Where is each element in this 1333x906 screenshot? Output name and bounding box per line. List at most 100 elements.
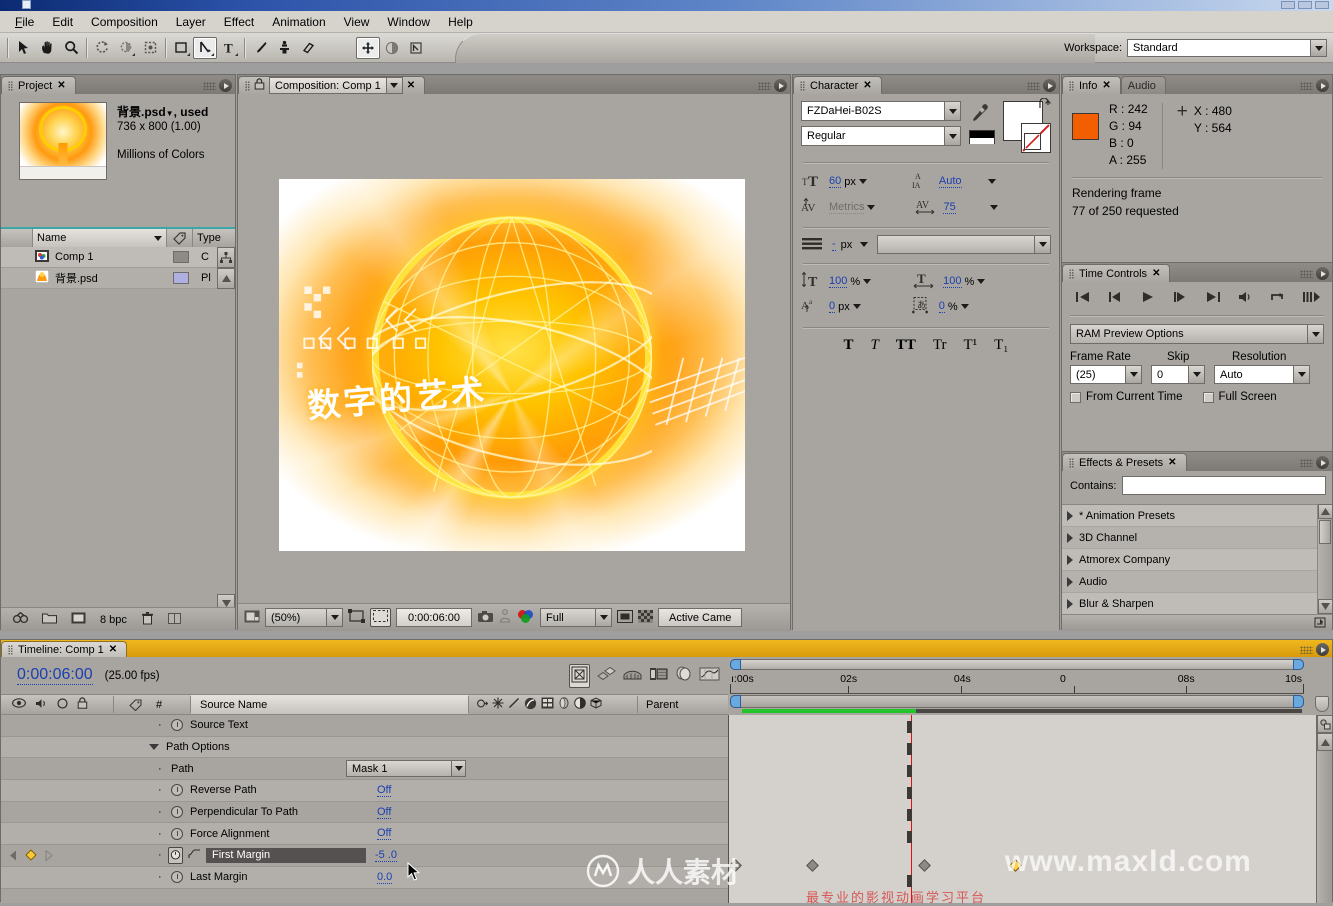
chevron-down-icon[interactable] (858, 179, 867, 184)
play-button[interactable] (1139, 290, 1157, 307)
live-update-icon[interactable] (569, 663, 590, 688)
project-panel-menu[interactable] (203, 79, 232, 92)
shape-tool[interactable] (169, 37, 193, 59)
list-item[interactable]: 3D Channel (1062, 527, 1317, 549)
chevron-right-icon[interactable] (1067, 532, 1073, 543)
hand-tool[interactable] (35, 37, 59, 59)
orbit-camera-tool[interactable] (114, 37, 138, 59)
loop-button[interactable] (1269, 290, 1287, 307)
draft-3d-icon[interactable] (597, 666, 616, 685)
panel-menu-icon[interactable] (1316, 643, 1329, 656)
chevron-down-icon[interactable] (451, 761, 465, 777)
project-item-list[interactable]: Comp 1 C 背景.psd Pl (1, 247, 235, 607)
timeline-right-buttons[interactable] (1316, 715, 1332, 903)
stroke-style-select[interactable] (877, 235, 1051, 254)
snapshot-icon[interactable] (477, 610, 494, 626)
menu-window[interactable]: Window (378, 13, 439, 31)
no-fill-swatch[interactable] (1024, 133, 1041, 150)
property-value[interactable]: Off (377, 806, 392, 819)
transparency-grid-toggle[interactable] (370, 608, 391, 627)
chevron-down-icon[interactable] (149, 744, 159, 751)
chevron-down-icon[interactable] (1034, 236, 1050, 253)
subscript-button[interactable]: T₁ (994, 337, 1008, 354)
chevron-down-icon[interactable] (987, 179, 996, 184)
workspace-select[interactable]: Standard (1127, 39, 1327, 57)
resolution-select[interactable]: Full (540, 608, 612, 627)
keyframe-marker-selected[interactable] (1008, 859, 1022, 872)
timeline-panel-menu[interactable] (1300, 643, 1329, 656)
fill-stroke-color[interactable] (1003, 97, 1052, 153)
graph-editor-set-icon[interactable] (188, 848, 201, 862)
viewer-time-display[interactable]: 0:00:06:00 (396, 608, 472, 627)
list-item[interactable]: Atmorex Company (1062, 549, 1317, 571)
menu-animation[interactable]: Animation (263, 13, 334, 31)
project-columns-header[interactable]: Name Type (1, 227, 235, 247)
toggle-mask-icon[interactable] (638, 609, 653, 626)
graph-editor-icon[interactable] (699, 666, 720, 685)
label-swatch[interactable] (173, 251, 189, 263)
stopwatch-icon[interactable] (171, 827, 183, 840)
panel-menu-icon[interactable] (1316, 267, 1329, 280)
timeline-row[interactable]: · Perpendicular To Path Off (1, 801, 728, 824)
project-tabstrip[interactable]: Project ✕ (1, 75, 235, 94)
comp-flowchart-icon[interactable] (1317, 715, 1332, 733)
menu-file[interactable]: File (6, 13, 43, 31)
viewer-toolbar[interactable]: (50%) 0:00:06:00 Full Active Came (238, 603, 790, 631)
menu-edit[interactable]: Edit (43, 13, 82, 31)
character-tabstrip[interactable]: Character ✕ (793, 75, 1059, 94)
eye-icon[interactable] (12, 698, 26, 711)
scroll-up-button[interactable] (1318, 504, 1333, 519)
toolbar[interactable]: T Workspace: Standard (0, 33, 1333, 63)
ram-preview-button[interactable] (1302, 290, 1320, 307)
tab-composition[interactable]: Composition: Comp 1 ✕ (238, 76, 426, 94)
audio-toggle-button[interactable] (1237, 290, 1255, 307)
stroke-width-value[interactable]: - (832, 238, 836, 251)
chevron-down-icon[interactable] (326, 609, 342, 626)
chevron-down-icon[interactable] (1293, 366, 1309, 383)
close-icon[interactable]: ✕ (57, 80, 65, 91)
eraser-tool[interactable] (296, 37, 320, 59)
baseline-shift-value[interactable]: 0 (829, 300, 836, 313)
type-tool[interactable]: T (217, 37, 241, 59)
path-select[interactable]: Mask 1 (346, 760, 466, 778)
all-caps-button[interactable]: TT (896, 337, 916, 354)
close-icon[interactable]: ✕ (863, 80, 871, 91)
time-zoom-scrollbar[interactable] (730, 659, 1304, 670)
skip-select[interactable]: 0 (1151, 365, 1205, 384)
panel-resize-handle[interactable] (167, 612, 181, 628)
effects-scrollbar[interactable] (1317, 504, 1333, 614)
swap-colors-icon[interactable] (1038, 97, 1052, 113)
effects-icon[interactable] (524, 697, 537, 713)
scroll-down-button[interactable] (1318, 599, 1333, 614)
chevron-down-icon[interactable] (385, 78, 402, 93)
timeline-row[interactable]: · First Margin -5 .0 (1, 845, 728, 867)
leading-value[interactable]: Auto (938, 175, 962, 188)
keyframe-marker[interactable] (917, 859, 931, 872)
stopwatch-icon[interactable] (171, 784, 183, 797)
chevron-down-icon[interactable] (989, 205, 998, 210)
chevron-down-icon[interactable] (944, 127, 960, 145)
list-item[interactable]: Blur & Sharpen (1062, 593, 1317, 615)
timeline-property-rows[interactable]: · Source Text Path Options · Path Mask 1 (1, 715, 728, 903)
window-controls[interactable] (1281, 1, 1329, 9)
rotation-tool[interactable] (90, 37, 114, 59)
superscript-button[interactable]: T¹ (963, 337, 977, 354)
brush-tool[interactable] (248, 37, 272, 59)
last-frame-button[interactable] (1204, 290, 1222, 307)
new-composition-icon[interactable] (71, 612, 86, 627)
work-area-bar[interactable] (730, 695, 1304, 708)
timeline-header[interactable]: 0:00:06:00 (25.00 fps) (1, 657, 728, 694)
faux-bold-button[interactable]: T (843, 337, 853, 354)
timeline-ruler-area[interactable]: ı:00s 02s 04s 0 08s 10s (728, 657, 1332, 694)
search-icon[interactable] (12, 611, 29, 627)
composition-panel-menu[interactable] (758, 79, 787, 92)
sort-chevron-icon[interactable] (154, 235, 162, 241)
menu-layer[interactable]: Layer (167, 13, 215, 31)
panel-menu-icon[interactable] (1316, 79, 1329, 92)
timeline-row[interactable]: · Source Text (1, 715, 728, 737)
always-preview-icon[interactable] (244, 610, 260, 626)
menu-help[interactable]: Help (439, 13, 482, 31)
motion-blur-icon[interactable] (623, 667, 642, 685)
time-controls-panel-menu[interactable] (1300, 267, 1329, 280)
pen-tool[interactable] (193, 36, 217, 59)
